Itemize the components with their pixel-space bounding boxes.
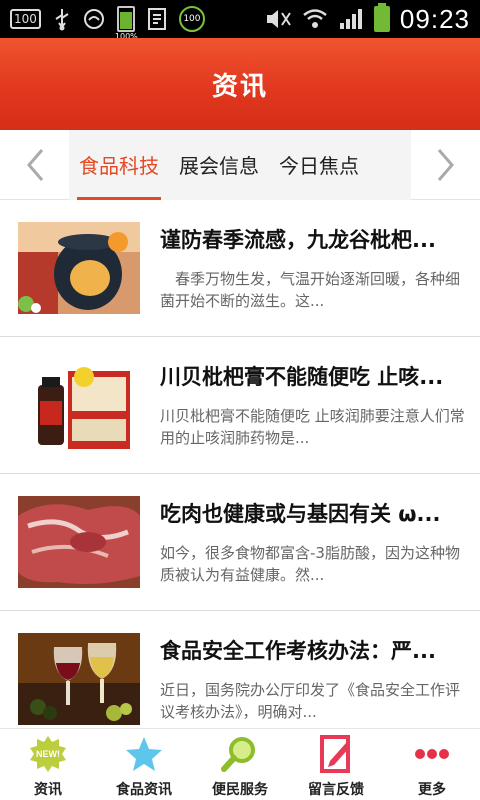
wifi-icon [302, 7, 328, 31]
news-thumbnail [18, 359, 140, 451]
news-summary: 春季万物生发，气温开始逐渐回暖，各种细菌开始不断的滋生。这... [160, 270, 461, 310]
news-title: 食品安全工作考核办法：严... [160, 639, 436, 663]
new-badge-icon: NEW! [28, 735, 68, 773]
news-list-item[interactable]: 吃肉也健康或与基因有关 ω... 如今，很多食物都富含-3脂肪酸，因为这种物质被… [0, 474, 480, 611]
nav-feedback[interactable]: 留言反馈 [288, 729, 384, 800]
news-list-item[interactable]: 川贝枇杷膏不能随便吃 止咳... 川贝枇杷膏不能随便吃 止咳润肺要注意人们常用的… [0, 337, 480, 474]
news-thumbnail [18, 633, 140, 725]
edit-note-icon [316, 735, 356, 773]
news-list-item[interactable]: 食品安全工作考核办法：严... 近日，国务院办公厅印发了《食品安全工作评议考核办… [0, 611, 480, 728]
news-title: 川贝枇杷膏不能随便吃 止咳... [160, 365, 444, 389]
news-title: 吃肉也健康或与基因有关 ω... [160, 502, 441, 526]
chevron-left-icon [26, 148, 43, 181]
category-tab-bar: 食品科技 展会信息 今日焦点 [0, 129, 480, 200]
tab-scroll-right-button[interactable] [411, 130, 480, 200]
nav-more[interactable]: 更多 [384, 729, 480, 800]
sim-box-icon: 100 [10, 9, 41, 29]
score-circle-icon: 100 [178, 6, 205, 32]
news-list-item[interactable]: 谨防春季流感，九龙谷枇杷... 春季万物生发，气温开始逐渐回暖，各种细菌开始不断… [0, 200, 480, 337]
news-title: 谨防春季流感，九龙谷枇杷... [160, 228, 436, 252]
news-summary: 川贝枇杷膏不能随便吃 止咳润肺要注意人们常用的止咳润肺药物是... [160, 407, 465, 447]
more-dots-icon [412, 735, 452, 773]
app-header: 资讯 [0, 38, 480, 130]
bottom-nav: NEW! 资讯 食品资讯 便民服务 留言反馈 更多 [0, 728, 480, 800]
nav-label: 更多 [418, 782, 446, 798]
tab-today-focus[interactable]: 今日焦点 [269, 130, 369, 200]
chevron-right-icon [437, 148, 454, 181]
status-bar: 100 100% 100 09:23 [0, 0, 480, 41]
tab-exhibition-info[interactable]: 展会信息 [169, 130, 269, 200]
document-icon [147, 7, 167, 31]
notification-icon [83, 8, 105, 30]
mute-icon [264, 7, 292, 31]
news-summary: 近日，国务院办公厅印发了《食品安全工作评议考核办法》，明确对... [160, 681, 461, 721]
nav-label: 资讯 [34, 782, 62, 798]
nav-food-news[interactable]: 食品资讯 [96, 729, 192, 800]
news-summary: 如今，很多食物都富含-3脂肪酸，因为这种物质被认为有益健康。然... [160, 544, 460, 584]
news-thumbnail [18, 222, 140, 314]
signal-icon [338, 7, 364, 31]
star-icon [124, 735, 164, 773]
clock: 09:23 [399, 3, 470, 34]
tab-scroll-left-button[interactable] [0, 130, 69, 200]
news-thumbnail [18, 496, 140, 588]
battery-status-icon: 100% [115, 6, 138, 41]
nav-services[interactable]: 便民服务 [192, 729, 288, 800]
nav-news[interactable]: NEW! 资讯 [0, 729, 96, 800]
nav-label: 留言反馈 [308, 782, 364, 798]
usb-icon [53, 7, 71, 31]
tab-strip: 食品科技 展会信息 今日焦点 [69, 129, 411, 200]
page-title: 资讯 [211, 71, 268, 102]
battery-icon [373, 3, 390, 32]
news-list: 谨防春季流感，九龙谷枇杷... 春季万物生发，气温开始逐渐回暖，各种细菌开始不断… [0, 200, 480, 728]
svg-text:NEW!: NEW! [36, 749, 60, 759]
magnifier-icon [220, 735, 260, 773]
nav-label: 食品资讯 [116, 782, 172, 798]
tab-food-tech[interactable]: 食品科技 [69, 130, 169, 200]
nav-label: 便民服务 [212, 782, 268, 798]
